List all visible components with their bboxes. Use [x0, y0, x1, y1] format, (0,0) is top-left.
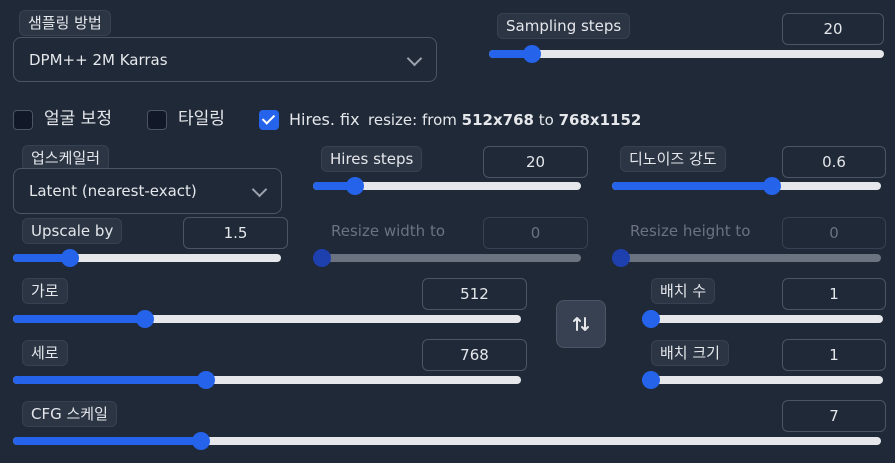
batch-count-input[interactable]: 1	[782, 278, 886, 310]
resize-height-slider[interactable]	[612, 249, 881, 267]
slider-thumb[interactable]	[642, 371, 660, 389]
slider-thumb[interactable]	[522, 45, 541, 63]
slider-thumb[interactable]	[612, 249, 630, 267]
batch-size-slider[interactable]	[642, 371, 883, 389]
tiling-checkbox[interactable]	[147, 110, 167, 130]
chevron-down-icon	[406, 50, 423, 66]
height-label: 세로	[22, 340, 68, 366]
chevron-down-icon	[251, 181, 268, 198]
resize-middle: to	[533, 111, 559, 129]
sampling-steps-slider[interactable]	[489, 45, 884, 63]
denoise-input[interactable]: 0.6	[782, 146, 886, 178]
denoise-label: 디노이즈 강도	[620, 146, 726, 172]
height-slider[interactable]	[13, 371, 521, 389]
resize-height-label: Resize height to	[630, 222, 751, 240]
sampling-method-value: DPM++ 2M Karras	[29, 50, 168, 69]
batch-size-input[interactable]: 1	[782, 339, 886, 371]
slider-thumb[interactable]	[762, 177, 781, 195]
resize-info: resize: from 512x768 to 768x1152	[368, 110, 641, 130]
resize-width-input[interactable]: 0	[483, 217, 588, 249]
width-slider[interactable]	[13, 310, 521, 328]
sampling-steps-label: Sampling steps	[497, 13, 631, 39]
height-input[interactable]: 768	[422, 339, 527, 371]
resize-width-slider[interactable]	[313, 249, 581, 267]
resize-from: 512x768	[461, 111, 534, 129]
hires-fix-checkbox[interactable]	[259, 110, 279, 130]
sampling-method-dropdown[interactable]: DPM++ 2M Karras	[13, 37, 437, 82]
hires-steps-label: Hires steps	[321, 146, 423, 172]
resize-to: 768x1152	[558, 111, 642, 129]
width-input[interactable]: 512	[422, 278, 527, 310]
cfg-scale-input[interactable]: 7	[782, 400, 886, 432]
upscaler-value: Latent (nearest-exact)	[29, 182, 197, 200]
slider-thumb[interactable]	[313, 249, 331, 267]
cfg-scale-slider[interactable]	[13, 432, 881, 450]
width-label: 가로	[22, 278, 68, 304]
face-restore-checkbox[interactable]	[13, 110, 33, 130]
swap-dimensions-button[interactable]	[556, 300, 606, 348]
batch-count-slider[interactable]	[642, 310, 883, 328]
denoise-slider[interactable]	[612, 177, 881, 195]
slider-thumb[interactable]	[191, 432, 210, 450]
batch-size-label: 배치 크기	[651, 340, 729, 366]
sampling-steps-input[interactable]: 20	[782, 13, 884, 45]
upscaler-dropdown[interactable]: Latent (nearest-exact)	[13, 168, 282, 214]
sampling-method-label: 샘플링 방법	[19, 10, 111, 36]
batch-count-label: 배치 수	[651, 278, 716, 304]
swap-vertical-icon	[573, 317, 589, 331]
upscale-by-input[interactable]: 1.5	[183, 217, 288, 249]
cfg-scale-label: CFG 스케일	[22, 401, 117, 427]
tiling-label: 타일링	[178, 109, 225, 129]
slider-thumb[interactable]	[60, 249, 79, 267]
upscale-by-label: Upscale by	[22, 218, 123, 244]
upscale-by-slider[interactable]	[13, 249, 281, 267]
slider-thumb[interactable]	[196, 371, 215, 389]
resize-prefix: resize: from	[368, 111, 462, 129]
slider-thumb[interactable]	[135, 310, 154, 328]
hires-steps-slider[interactable]	[313, 177, 581, 195]
slider-thumb[interactable]	[642, 310, 660, 328]
resize-height-input[interactable]: 0	[782, 217, 886, 249]
hires-steps-input[interactable]: 20	[483, 146, 588, 178]
slider-thumb[interactable]	[345, 177, 364, 195]
resize-width-label: Resize width to	[331, 222, 446, 240]
face-restore-label: 얼굴 보정	[44, 109, 112, 129]
hires-fix-label: Hires. fix	[289, 110, 360, 129]
